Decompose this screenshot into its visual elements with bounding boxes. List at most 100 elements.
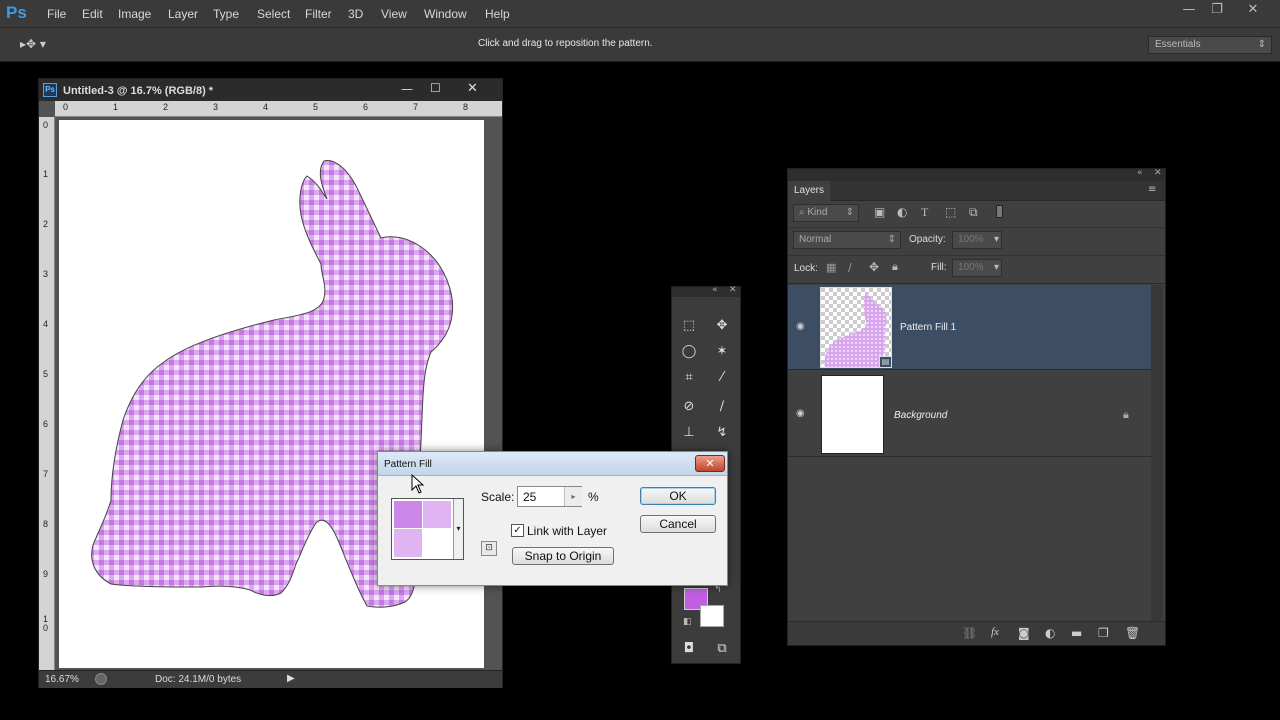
ruler-label: 6 xyxy=(363,102,369,112)
default-colors-icon[interactable]: ◧ xyxy=(683,617,692,627)
pattern-picker[interactable]: ▾ xyxy=(391,498,464,560)
eyedropper-icon[interactable]: ⁄ xyxy=(711,368,733,388)
layer-name[interactable]: Pattern Fill 1 xyxy=(900,322,956,333)
lock-position-icon[interactable]: ✥ xyxy=(869,260,879,274)
close-icon[interactable]: ✕ xyxy=(1236,2,1270,20)
scale-slider-arrow-icon[interactable]: ▸ xyxy=(564,487,582,506)
snap-to-origin-button[interactable]: Snap to Origin xyxy=(512,547,614,565)
cancel-button[interactable]: Cancel xyxy=(640,515,716,533)
eye-icon[interactable]: ◉ xyxy=(796,408,805,419)
background-color-swatch[interactable] xyxy=(700,605,724,627)
blend-mode-select[interactable]: Normal ⇕ xyxy=(793,231,901,249)
menu-type[interactable]: Type xyxy=(213,7,239,21)
adjustment-layer-icon[interactable]: ◐ xyxy=(1045,626,1055,640)
filter-pixel-icon[interactable]: ▣ xyxy=(874,205,885,219)
layer-name[interactable]: Background xyxy=(894,410,947,421)
layer-row-pattern-fill[interactable]: ◉ ▤ Pattern Fill 1 xyxy=(788,285,1151,370)
clone-stamp-icon[interactable]: ⊥ xyxy=(678,423,700,443)
move-tool-icon[interactable]: ✥ xyxy=(711,316,733,336)
blend-mode-label: Normal xyxy=(799,234,832,245)
scale-input[interactable]: 25 ▸ xyxy=(517,486,582,507)
magic-wand-icon[interactable]: ✶ xyxy=(711,342,733,362)
brush-tool-icon[interactable]: ∕ xyxy=(711,397,733,417)
workspace-label: Essentials xyxy=(1155,39,1201,50)
new-preset-icon[interactable]: ⊡ xyxy=(481,541,497,556)
ruler-label: 7 xyxy=(413,102,419,112)
filter-smart-object-icon[interactable]: ⧉ xyxy=(969,205,978,220)
panel-menu-icon[interactable]: ≡ xyxy=(1148,184,1156,195)
screen-mode-icon[interactable]: ⧉ xyxy=(711,639,733,659)
minimize-icon[interactable]: — xyxy=(401,82,413,96)
menu-file[interactable]: File xyxy=(47,7,66,21)
pattern-fill-dialog: Pattern Fill ✕ ▾ Scale: 25 ▸ % ✓ Link wi… xyxy=(377,451,728,586)
pattern-swatch xyxy=(423,501,451,528)
opacity-field[interactable]: 100% ▾ xyxy=(952,231,1002,249)
new-group-icon[interactable]: ▬ xyxy=(1071,626,1082,640)
ok-button[interactable]: OK xyxy=(640,487,716,505)
zoom-level[interactable]: 16.67% xyxy=(45,674,79,685)
ruler-label: 5 xyxy=(313,102,319,112)
delete-layer-icon[interactable]: 🗑︎ xyxy=(1125,626,1140,640)
eye-icon[interactable]: ◉ xyxy=(796,321,805,332)
new-layer-icon[interactable]: ❐ xyxy=(1098,626,1109,640)
lock-transparent-icon[interactable]: ▦ xyxy=(826,261,836,274)
lock-all-icon[interactable]: 🔒︎ xyxy=(892,260,898,274)
move-tool-preset-icon[interactable]: ▸✥ ▾ xyxy=(20,37,46,51)
menu-help[interactable]: Help xyxy=(485,7,510,21)
lasso-tool-icon[interactable]: ◯ xyxy=(678,342,700,362)
menu-select[interactable]: Select xyxy=(257,7,290,21)
add-mask-icon[interactable]: ◙ xyxy=(1018,626,1030,640)
layer-row-background[interactable]: ◉ Background 🔒︎ xyxy=(788,371,1151,457)
ruler-label: 0 xyxy=(63,102,69,112)
filter-adjustment-icon[interactable]: ◐ xyxy=(897,205,907,219)
filter-type-icon[interactable]: T xyxy=(921,205,928,220)
menu-view[interactable]: View xyxy=(381,7,407,21)
lock-image-icon[interactable]: ∕ xyxy=(848,261,852,274)
tools-panel-header[interactable]: « ✕ xyxy=(672,285,740,297)
history-brush-icon[interactable]: ↯ xyxy=(711,423,733,443)
tab-layers[interactable]: Layers xyxy=(788,181,830,201)
quick-mask-icon[interactable]: ◘ xyxy=(678,639,700,659)
layers-panel-header[interactable]: « ✕ xyxy=(788,168,1165,181)
collapse-icon[interactable]: « xyxy=(712,285,718,295)
status-menu-arrow-icon[interactable]: ▶ xyxy=(287,673,295,684)
filter-toggle-icon[interactable] xyxy=(996,205,1003,218)
layers-scrollbar[interactable] xyxy=(1151,285,1163,625)
layers-panel: « ✕ Layers ≡ ⌕ Kind ⇕ ▣ ◐ T ⬚ ⧉ Normal ⇕… xyxy=(787,168,1166,646)
workspace-select[interactable]: Essentials ⇕ xyxy=(1148,36,1272,54)
close-icon[interactable]: ✕ xyxy=(729,285,737,295)
collapse-icon[interactable]: « xyxy=(1137,168,1143,178)
ruler-label: 1 0 xyxy=(43,614,49,633)
chevron-down-icon: ▾ xyxy=(993,234,999,245)
document-titlebar[interactable]: Ps Untitled-3 @ 16.7% (RGB/8) * — ☐ ✕ xyxy=(39,79,502,101)
menu-edit[interactable]: Edit xyxy=(82,7,103,21)
lock-icon: 🔒︎ xyxy=(1123,408,1129,421)
menu-layer[interactable]: Layer xyxy=(168,7,198,21)
link-layers-icon[interactable]: ⛓ xyxy=(962,626,977,640)
crop-tool-icon[interactable]: ⌗ xyxy=(678,368,700,388)
dialog-titlebar[interactable]: Pattern Fill ✕ xyxy=(378,452,727,476)
menu-window[interactable]: Window xyxy=(424,7,467,21)
swap-colors-icon[interactable]: ↰ xyxy=(714,585,722,595)
restore-icon[interactable]: ❐ xyxy=(1200,2,1234,20)
close-icon[interactable]: ✕ xyxy=(467,81,478,96)
layer-thumbnail: ▤ xyxy=(820,287,892,368)
chevron-down-icon[interactable]: ▾ xyxy=(453,499,463,559)
status-share-icon[interactable] xyxy=(95,673,107,685)
filter-shape-icon[interactable]: ⬚ xyxy=(945,205,956,219)
chevron-down-icon: ⇕ xyxy=(1257,39,1266,50)
fx-icon[interactable]: fx xyxy=(991,626,999,638)
ruler-label: 4 xyxy=(263,102,269,112)
close-icon[interactable]: ✕ xyxy=(695,455,725,472)
menu-3d[interactable]: 3D xyxy=(348,7,363,21)
menu-image[interactable]: Image xyxy=(118,7,151,21)
fill-field[interactable]: 100% ▾ xyxy=(952,259,1002,277)
lock-label: Lock: xyxy=(794,263,818,274)
marquee-tool-icon[interactable]: ⬚ xyxy=(678,316,700,336)
healing-brush-icon[interactable]: ⊘ xyxy=(678,397,700,417)
menu-filter[interactable]: Filter xyxy=(305,7,332,21)
maximize-icon[interactable]: ☐ xyxy=(430,81,441,95)
link-with-layer-checkbox[interactable]: ✓ xyxy=(511,524,524,537)
close-icon[interactable]: ✕ xyxy=(1154,168,1162,178)
filter-kind-select[interactable]: ⌕ Kind ⇕ xyxy=(793,204,859,222)
